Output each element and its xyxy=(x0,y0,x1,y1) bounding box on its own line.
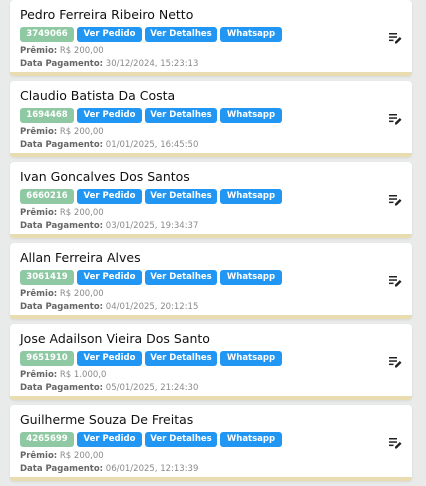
payment-date-line: Data Pagamento: 30/12/2024, 15:23:13 xyxy=(20,58,412,71)
ver-pedido-button[interactable]: Ver Pedido xyxy=(77,188,142,204)
customer-name: Allan Ferreira Alves xyxy=(20,250,141,265)
edit-note-icon[interactable] xyxy=(389,356,402,368)
payment-date-line: Data Pagamento: 01/01/2025, 16:45:50 xyxy=(20,139,412,152)
premio-value: R$ 200,00 xyxy=(59,451,104,461)
card-actions: 9651910 Ver Pedido Ver Detalhes Whatsapp xyxy=(20,350,412,366)
whatsapp-button[interactable]: Whatsapp xyxy=(220,26,282,42)
payment-date-label: Data Pagamento: xyxy=(20,221,104,231)
ver-detalhes-button[interactable]: Ver Detalhes xyxy=(145,26,217,42)
whatsapp-button[interactable]: Whatsapp xyxy=(220,188,282,204)
premio-value: R$ 200,00 xyxy=(59,208,104,218)
payment-date-line: Data Pagamento: 05/01/2025, 21:24:30 xyxy=(20,382,412,395)
premio-label: Prêmio: xyxy=(20,289,58,299)
ver-pedido-button[interactable]: Ver Pedido xyxy=(77,350,142,366)
payment-date-label: Data Pagamento: xyxy=(20,383,104,393)
whatsapp-button[interactable]: Whatsapp xyxy=(220,269,282,285)
payment-date-label: Data Pagamento: xyxy=(20,59,104,69)
ver-detalhes-button[interactable]: Ver Detalhes xyxy=(145,107,217,123)
payment-date-label: Data Pagamento: xyxy=(20,302,104,312)
payment-date-value: 05/01/2025, 21:24:30 xyxy=(105,383,199,393)
edit-note-icon[interactable] xyxy=(389,32,402,44)
order-card: Claudio Batista Da Costa 1694468 Ver Ped… xyxy=(10,81,412,157)
edit-note-icon[interactable] xyxy=(389,194,402,206)
order-id-badge: 9651910 xyxy=(20,350,74,366)
whatsapp-button[interactable]: Whatsapp xyxy=(220,431,282,447)
premio-label: Prêmio: xyxy=(20,127,58,137)
order-id-badge: 6660216 xyxy=(20,188,74,204)
order-card: Pedro Ferreira Ribeiro Netto 3749066 Ver… xyxy=(10,0,412,76)
payment-date-value: 06/01/2025, 12:13:39 xyxy=(105,464,199,474)
whatsapp-button[interactable]: Whatsapp xyxy=(220,350,282,366)
premio-value: R$ 200,00 xyxy=(59,289,104,299)
premio-line: Prêmio: R$ 200,00 xyxy=(20,207,412,220)
card-actions: 3749066 Ver Pedido Ver Detalhes Whatsapp xyxy=(20,26,412,42)
payment-date-value: 30/12/2024, 15:23:13 xyxy=(105,59,199,69)
ver-detalhes-button[interactable]: Ver Detalhes xyxy=(145,350,217,366)
payment-date-line: Data Pagamento: 03/01/2025, 19:34:37 xyxy=(20,220,412,233)
payment-date-value: 04/01/2025, 20:12:15 xyxy=(105,302,199,312)
payment-date-label: Data Pagamento: xyxy=(20,464,104,474)
ver-pedido-button[interactable]: Ver Pedido xyxy=(77,431,142,447)
premio-label: Prêmio: xyxy=(20,46,58,56)
customer-name: Claudio Batista Da Costa xyxy=(20,88,176,103)
card-actions: 3061419 Ver Pedido Ver Detalhes Whatsapp xyxy=(20,269,412,285)
edit-note-icon[interactable] xyxy=(389,437,402,449)
ver-detalhes-button[interactable]: Ver Detalhes xyxy=(145,269,217,285)
payment-date-line: Data Pagamento: 04/01/2025, 20:12:15 xyxy=(20,301,412,314)
premio-label: Prêmio: xyxy=(20,208,58,218)
premio-line: Prêmio: R$ 200,00 xyxy=(20,288,412,301)
card-actions: 4265699 Ver Pedido Ver Detalhes Whatsapp xyxy=(20,431,412,447)
order-id-badge: 1694468 xyxy=(20,107,74,123)
customer-name: Jose Adailson Vieira Dos Santo xyxy=(20,331,210,346)
premio-line: Prêmio: R$ 200,00 xyxy=(20,45,412,58)
ver-detalhes-button[interactable]: Ver Detalhes xyxy=(145,188,217,204)
premio-value: R$ 200,00 xyxy=(59,127,104,137)
whatsapp-button[interactable]: Whatsapp xyxy=(220,107,282,123)
edit-note-icon[interactable] xyxy=(389,113,402,125)
payment-date-line: Data Pagamento: 06/01/2025, 12:13:39 xyxy=(20,463,412,476)
card-actions: 1694468 Ver Pedido Ver Detalhes Whatsapp xyxy=(20,107,412,123)
payment-date-value: 01/01/2025, 16:45:50 xyxy=(105,140,199,150)
card-actions: 6660216 Ver Pedido Ver Detalhes Whatsapp xyxy=(20,188,412,204)
ver-pedido-button[interactable]: Ver Pedido xyxy=(77,269,142,285)
order-card: Jose Adailson Vieira Dos Santo 9651910 V… xyxy=(10,324,412,400)
ver-pedido-button[interactable]: Ver Pedido xyxy=(77,26,142,42)
premio-line: Prêmio: R$ 1.000,0 xyxy=(20,369,412,382)
customer-name: Ivan Goncalves Dos Santos xyxy=(20,169,190,184)
premio-line: Prêmio: R$ 200,00 xyxy=(20,126,412,139)
order-id-badge: 3061419 xyxy=(20,269,74,285)
ver-pedido-button[interactable]: Ver Pedido xyxy=(77,107,142,123)
order-id-badge: 3749066 xyxy=(20,26,74,42)
premio-line: Prêmio: R$ 200,00 xyxy=(20,450,412,463)
customer-name: Guilherme Souza De Freitas xyxy=(20,412,194,427)
premio-value: R$ 1.000,0 xyxy=(59,370,107,380)
customer-name: Pedro Ferreira Ribeiro Netto xyxy=(20,7,194,22)
order-card: Allan Ferreira Alves 3061419 Ver Pedido … xyxy=(10,243,412,319)
payment-date-label: Data Pagamento: xyxy=(20,140,104,150)
order-card: Guilherme Souza De Freitas 4265699 Ver P… xyxy=(10,405,412,481)
ver-detalhes-button[interactable]: Ver Detalhes xyxy=(145,431,217,447)
payment-date-value: 03/01/2025, 19:34:37 xyxy=(105,221,199,231)
order-card: Ivan Goncalves Dos Santos 6660216 Ver Pe… xyxy=(10,162,412,238)
order-list: Pedro Ferreira Ribeiro Netto 3749066 Ver… xyxy=(10,0,412,486)
order-id-badge: 4265699 xyxy=(20,431,74,447)
edit-note-icon[interactable] xyxy=(389,275,402,287)
premio-label: Prêmio: xyxy=(20,451,58,461)
premio-value: R$ 200,00 xyxy=(59,46,104,56)
premio-label: Prêmio: xyxy=(20,370,58,380)
